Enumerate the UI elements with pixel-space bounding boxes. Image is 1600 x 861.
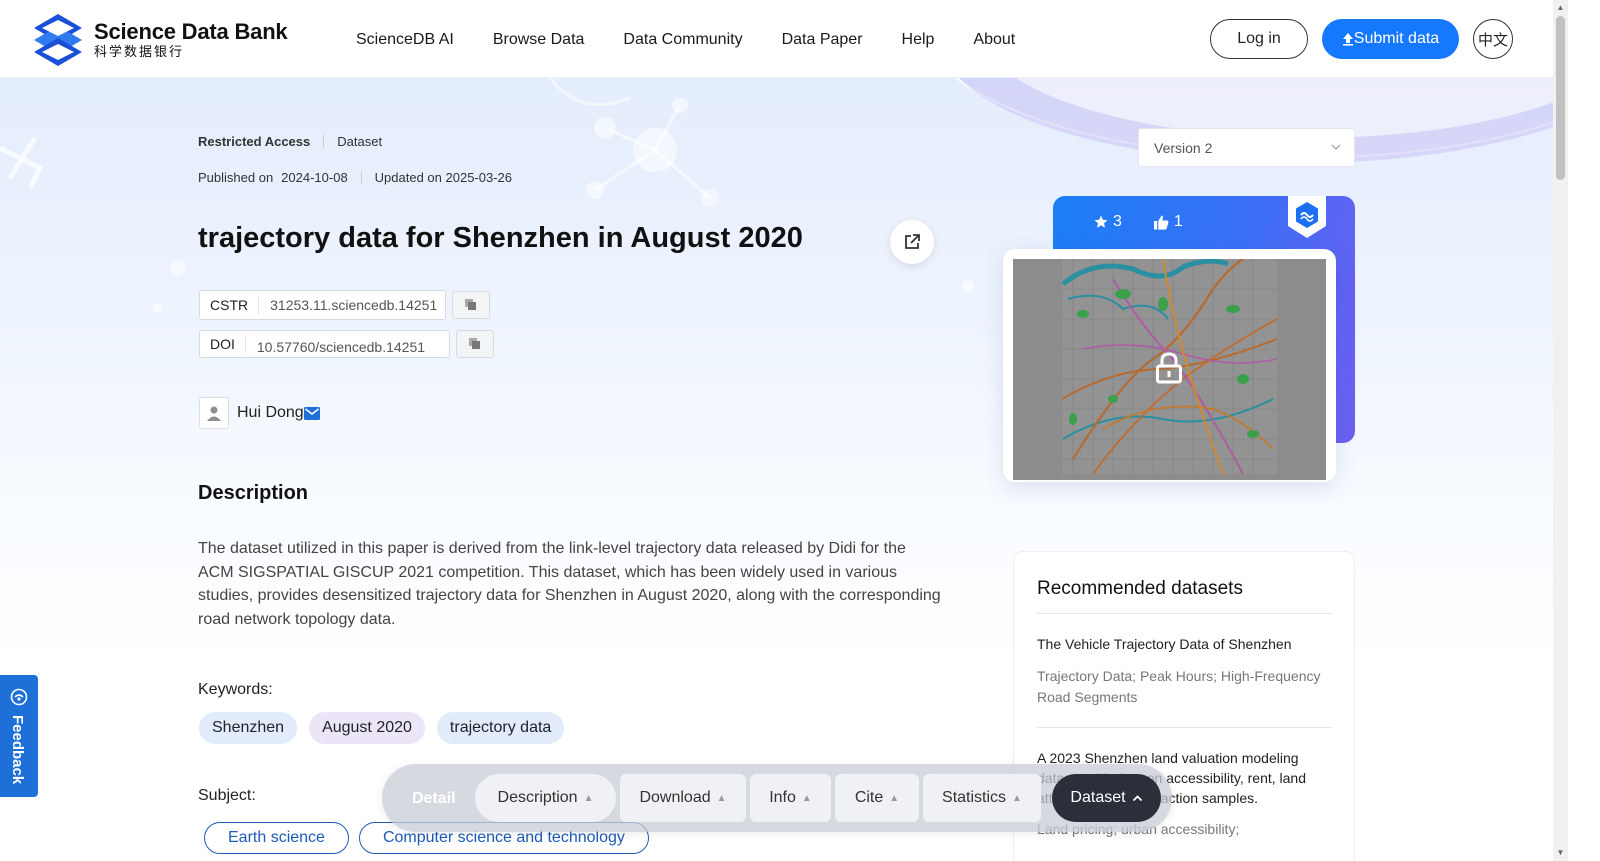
doi-field: DOI 10.57760/sciencedb.14251 <box>199 330 450 358</box>
dataset-stats: 3 1 <box>1094 213 1215 231</box>
nav-sciencedb-ai[interactable]: ScienceDB AI <box>356 31 454 49</box>
cstr-field: CSTR 31253.11.sciencedb.14251 <box>199 290 446 320</box>
like-count: 1 <box>1173 213 1183 230</box>
scroll-down-arrow[interactable]: ▼ <box>1556 848 1565 858</box>
section-tab-label: Statistics <box>942 789 1007 806</box>
resource-type: Dataset <box>337 134 383 149</box>
section-tab-label: Info <box>769 789 796 806</box>
email-icon[interactable] <box>303 406 320 420</box>
star-icon <box>1094 215 1108 228</box>
author-item: Hui Dong <box>199 397 320 429</box>
upload-icon <box>1342 33 1353 46</box>
login-button[interactable]: Log in <box>1210 19 1308 59</box>
keyword-tag[interactable]: Shenzhen <box>199 712 298 744</box>
chevron-up-icon <box>1132 794 1142 801</box>
chevron-up-icon: ▲ <box>801 792 812 804</box>
chevron-up-icon: ▲ <box>583 792 594 804</box>
share-button[interactable] <box>890 220 934 264</box>
page-title: trajectory data for Shenzhen in August 2… <box>198 222 803 254</box>
cstr-value[interactable]: 31253.11.sciencedb.14251 <box>259 297 448 313</box>
cstr-row: CSTR 31253.11.sciencedb.14251 <box>199 290 490 320</box>
chevron-up-icon: ▲ <box>1012 792 1022 804</box>
nav-help[interactable]: Help <box>902 31 935 49</box>
keyword-tag[interactable]: trajectory data <box>436 712 565 744</box>
logo-title: Science Data Bank <box>94 19 288 44</box>
access-label: Restricted Access <box>198 134 311 149</box>
divider <box>1037 727 1332 728</box>
keyword-list: Shenzhen August 2020 trajectory data <box>199 712 576 744</box>
section-tab-description[interactable]: Description ▲ <box>475 774 616 822</box>
section-tab-dataset[interactable]: Dataset <box>1052 774 1161 822</box>
doi-value[interactable]: 10.57760/sciencedb.14251 <box>246 339 436 355</box>
subject-tag[interactable]: Earth science <box>204 822 349 854</box>
doi-label: DOI <box>200 335 246 353</box>
version-value: Version 2 <box>1154 139 1213 156</box>
external-link-icon <box>905 234 920 249</box>
section-tab-info[interactable]: Info ▲ <box>750 774 831 822</box>
lock-icon <box>1156 352 1182 384</box>
author-name[interactable]: Hui Dong <box>237 404 304 422</box>
section-tab-label: Cite <box>854 789 884 806</box>
section-tab-label: Dataset <box>1070 789 1126 806</box>
thumbs-up-icon <box>1153 215 1169 230</box>
scroll-up-arrow[interactable]: ▲ <box>1556 3 1565 13</box>
section-tab-label: Description <box>497 789 578 806</box>
divider <box>1037 613 1332 614</box>
main-nav: ScienceDB AI Browse Data Data Community … <box>356 31 1054 49</box>
access-meta: Restricted Access Dataset <box>198 134 382 149</box>
nav-data-paper[interactable]: Data Paper <box>782 31 863 49</box>
chevron-up-icon: ▲ <box>716 792 727 804</box>
doi-row: DOI 10.57760/sciencedb.14251 <box>199 330 494 358</box>
date-meta: Published on 2024-10-08 Updated on 2025-… <box>198 170 512 185</box>
section-tab-download[interactable]: Download ▲ <box>620 774 746 822</box>
logo-subtitle: 科学数据银行 <box>94 44 185 59</box>
language-toggle[interactable]: 中文 <box>1473 19 1513 59</box>
divider <box>360 171 362 184</box>
section-nav-title: Detail <box>412 790 456 807</box>
like-stat[interactable]: 1 <box>1153 213 1183 231</box>
copy-doi-button[interactable] <box>456 330 494 358</box>
version-select[interactable]: Version 2 <box>1138 128 1355 167</box>
published-date: 2024-10-08 <box>281 170 348 185</box>
page-scrollbar[interactable]: ▲ ▼ <box>1553 0 1568 861</box>
favorite-stat[interactable]: 3 <box>1094 213 1122 231</box>
updated-date: Updated on 2025-03-26 <box>374 170 513 185</box>
copy-icon <box>469 338 480 349</box>
sciencedb-badge-icon <box>1288 196 1326 238</box>
nav-browse-data[interactable]: Browse Data <box>493 31 585 49</box>
submit-data-label: Submit data <box>1353 30 1440 47</box>
chevron-down-icon <box>1331 144 1341 150</box>
favorite-count: 3 <box>1113 213 1122 230</box>
recommended-item-tags: Trajectory Data; Peak Hours; High-Freque… <box>1037 668 1321 705</box>
section-tab-cite[interactable]: Cite ▲ <box>835 774 919 822</box>
user-icon <box>207 406 221 421</box>
description-heading: Description <box>198 482 309 504</box>
feedback-icon <box>10 688 28 706</box>
feedback-tab[interactable]: Feedback <box>0 675 38 797</box>
cstr-label: CSTR <box>200 296 260 314</box>
divider <box>323 135 325 148</box>
feedback-label: Feedback <box>9 715 26 785</box>
subject-label: Subject: <box>198 787 256 804</box>
copy-icon <box>465 299 476 310</box>
keyword-tag[interactable]: August 2020 <box>309 712 425 744</box>
copy-cstr-button[interactable] <box>452 291 490 319</box>
published-label: Published on <box>198 170 274 185</box>
section-tab-statistics[interactable]: Statistics ▲ <box>923 774 1041 822</box>
submit-data-button[interactable]: Submit data <box>1322 19 1459 59</box>
avatar <box>199 397 229 429</box>
description-text: The dataset utilized in this paper is de… <box>198 540 941 628</box>
section-nav-bar: Detail Description ▲ Download ▲ Info ▲ Cite… <box>382 764 1172 832</box>
recommended-item-title[interactable]: The Vehicle Trajectory Data of Shenzhen <box>1037 634 1332 654</box>
scrollbar-thumb[interactable] <box>1556 16 1565 180</box>
nav-about[interactable]: About <box>973 31 1015 49</box>
logo-icon <box>34 14 82 66</box>
site-logo[interactable]: Science Data Bank 科学数据银行 <box>30 12 288 68</box>
section-tab-label: Download <box>639 789 711 806</box>
recommended-heading: Recommended datasets <box>1037 578 1243 599</box>
nav-data-community[interactable]: Data Community <box>623 31 742 49</box>
chevron-up-icon: ▲ <box>889 792 900 804</box>
keywords-label: Keywords: <box>198 681 273 698</box>
site-header: Science Data Bank 科学数据银行 ScienceDB AI Br… <box>0 0 1553 78</box>
